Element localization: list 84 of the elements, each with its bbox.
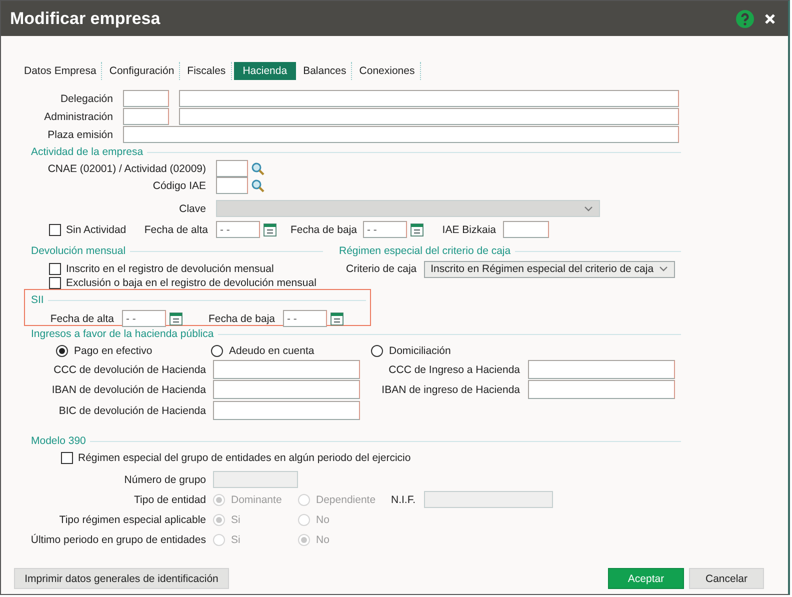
radio-label: No xyxy=(316,514,330,526)
input-field[interactable] xyxy=(213,360,360,379)
section-title: Modelo 390 xyxy=(31,435,86,447)
tab[interactable]: Fiscales xyxy=(182,62,232,80)
checkbox[interactable] xyxy=(49,276,61,288)
radio-label[interactable]: Domiciliación xyxy=(389,345,451,357)
field-label: Administración xyxy=(43,110,113,122)
field-label: Fecha de alta xyxy=(143,224,208,236)
field-label: IBAN de ingreso de Hacienda xyxy=(380,384,520,396)
tab[interactable]: Balances xyxy=(298,62,352,80)
calendar-icon[interactable] xyxy=(410,222,424,236)
input-field[interactable] xyxy=(528,360,675,379)
print-button[interactable]: Imprimir datos generales de identificación xyxy=(14,568,229,589)
cancel-button[interactable]: Cancelar xyxy=(689,568,764,589)
checkbox-label[interactable]: Inscrito en el registro de devolución mensual xyxy=(66,263,274,275)
radio-label: No xyxy=(316,534,330,546)
checkbox[interactable] xyxy=(61,452,73,464)
field-label: Número de grupo xyxy=(123,474,206,486)
section-title: Devolución mensual xyxy=(31,245,126,257)
input-field[interactable] xyxy=(216,177,248,194)
section-title: Actividad de la empresa xyxy=(31,146,144,158)
input-field[interactable]: - - xyxy=(363,221,407,238)
section-title: SII xyxy=(31,294,44,306)
radio-label: Si xyxy=(231,514,240,526)
field-label: Tipo régimen especial aplicable xyxy=(58,514,206,526)
field-label: Último periodo en grupo de entidades xyxy=(30,534,206,546)
field-label: Criterio de caja xyxy=(346,263,417,275)
radio-label[interactable]: Pago en efectivo xyxy=(74,345,152,357)
field-label: CCC de Ingreso a Hacienda xyxy=(388,364,520,376)
input-field[interactable] xyxy=(123,126,679,143)
field-label: Tipo de entidad xyxy=(133,494,206,506)
chevron-down-icon[interactable] xyxy=(658,266,668,272)
window-title: Modificar empresa xyxy=(10,8,162,28)
field-label: Fecha de alta xyxy=(49,312,114,324)
help-icon[interactable] xyxy=(736,10,754,28)
checkbox-label[interactable]: Régimen especial del grupo de entidades en algún periodo del ejercicio xyxy=(78,452,411,464)
radio-button[interactable] xyxy=(371,345,383,357)
input-field[interactable] xyxy=(213,401,360,420)
input-field[interactable] xyxy=(179,108,679,125)
field-label: Plaza emisión xyxy=(46,128,113,140)
field-label: IBAN de devolución de Hacienda xyxy=(50,384,206,396)
calendar-icon[interactable] xyxy=(263,222,277,236)
field-label: CCC de devolución de Hacienda xyxy=(52,364,206,376)
calendar-icon[interactable] xyxy=(169,312,183,326)
radio-label: Dominante xyxy=(231,494,282,506)
checkbox[interactable] xyxy=(49,224,61,236)
section-title: Régimen especial del criterio de caja xyxy=(339,245,511,257)
input-field[interactable] xyxy=(213,380,360,399)
field-label: Fecha de baja xyxy=(207,312,275,324)
radio-label[interactable]: Adeudo en cuenta xyxy=(229,345,314,357)
field-label: Delegación xyxy=(59,92,113,104)
field-label: Fecha de baja xyxy=(289,224,357,236)
field-label: CNAE (02001) / Actividad (02009) xyxy=(46,162,206,174)
section-title: Ingresos a favor de la hacienda pública xyxy=(31,328,214,340)
close-icon[interactable] xyxy=(764,12,776,24)
input-field[interactable]: - - xyxy=(283,310,327,327)
calendar-icon[interactable] xyxy=(330,312,344,326)
input-field[interactable] xyxy=(123,108,169,125)
field-label: IAE Bizkaia xyxy=(441,224,496,236)
checkbox-label[interactable]: Exclusión o baja en el registro de devolución mensual xyxy=(66,276,316,288)
input-field[interactable]: - - xyxy=(216,221,260,238)
search-icon[interactable] xyxy=(251,162,265,176)
field-label: BIC de devolución de Hacienda xyxy=(58,404,206,416)
dropdown[interactable]: Inscrito en Régimen especial del criterio de caja xyxy=(424,260,675,278)
input-field[interactable] xyxy=(528,380,675,399)
checkbox[interactable] xyxy=(49,263,61,275)
tab[interactable]: Conexiones xyxy=(354,62,421,80)
field-label: N.I.F. xyxy=(391,494,416,506)
field-label: Clave xyxy=(178,202,206,214)
radio-label: Dependiente xyxy=(316,494,376,506)
input-field[interactable] xyxy=(503,221,549,238)
checkbox-label[interactable]: Sin Actividad xyxy=(66,224,126,236)
radio-button[interactable] xyxy=(211,345,223,357)
input-field[interactable] xyxy=(123,90,169,107)
input-field[interactable]: - - xyxy=(122,310,166,327)
input-field[interactable] xyxy=(216,160,248,177)
field-label: Código IAE xyxy=(152,180,206,192)
tab[interactable]: Datos Empresa xyxy=(19,62,102,80)
search-icon[interactable] xyxy=(251,178,265,192)
tab[interactable]: Hacienda xyxy=(234,62,296,80)
radio-button[interactable] xyxy=(56,345,68,357)
input-field[interactable] xyxy=(179,90,679,107)
tab[interactable]: Configuración xyxy=(104,62,180,80)
radio-label: Si xyxy=(231,534,240,546)
